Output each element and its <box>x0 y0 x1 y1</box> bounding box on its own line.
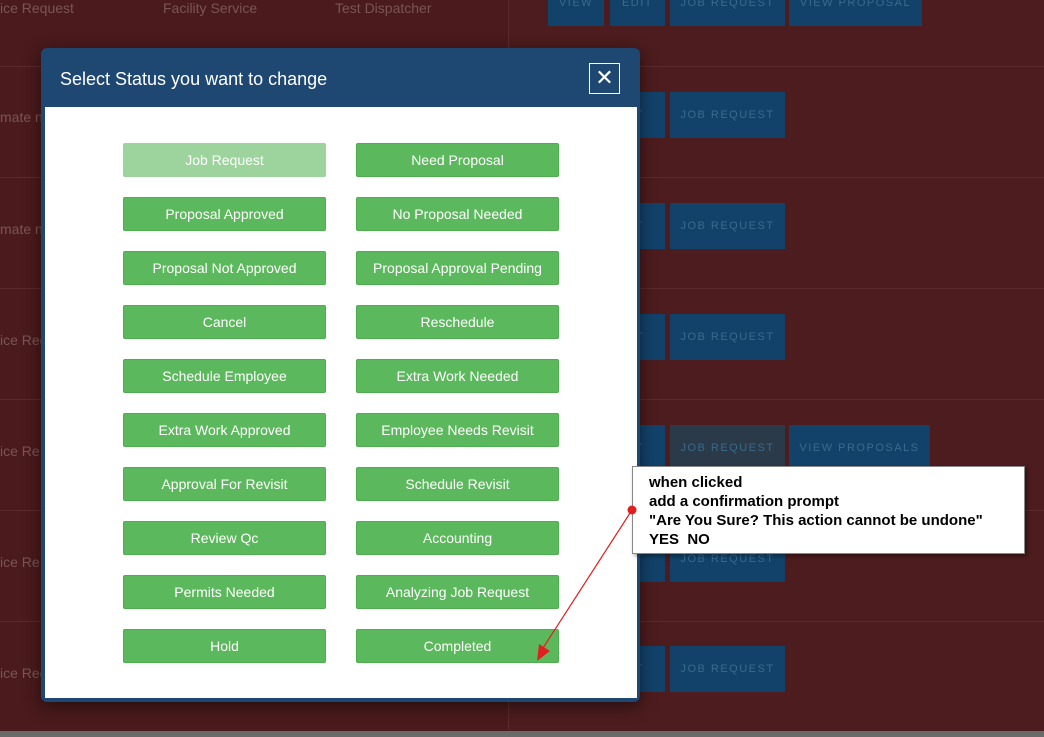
modal-body: Job Request Need Proposal Proposal Appro… <box>45 107 637 698</box>
job-request-button[interactable]: JOB REQUEST <box>670 646 785 692</box>
annotation-line: "Are You Sure? This action cannot be und… <box>649 512 983 529</box>
status-button-review-qc[interactable]: Review Qc <box>123 521 326 555</box>
status-button-permits-needed[interactable]: Permits Needed <box>123 575 326 609</box>
table-cell-type: Facility Service <box>163 0 258 16</box>
status-button-schedule-revisit[interactable]: Schedule Revisit <box>356 467 559 501</box>
job-request-button[interactable]: JOB REQUEST <box>670 314 785 360</box>
status-button-no-proposal-needed[interactable]: No Proposal Needed <box>356 197 559 231</box>
status-button-approval-for-revisit[interactable]: Approval For Revisit <box>123 467 326 501</box>
job-request-button[interactable]: JOB REQUEST <box>670 92 785 138</box>
status-button-job-request: Job Request <box>123 143 326 177</box>
annotation-note: when clicked add a confirmation prompt "… <box>632 466 1025 554</box>
footer-bar <box>0 731 1044 737</box>
view-proposal-button[interactable]: VIEW PROPOSAL <box>789 0 922 26</box>
status-button-accounting[interactable]: Accounting <box>356 521 559 555</box>
status-button-cancel[interactable]: Cancel <box>123 305 326 339</box>
status-button-schedule-employee[interactable]: Schedule Employee <box>123 359 326 393</box>
status-modal: Select Status you want to change ✕ Job R… <box>41 48 640 702</box>
view-proposals-button[interactable]: VIEW PROPOSALS <box>789 425 930 471</box>
status-button-reschedule[interactable]: Reschedule <box>356 305 559 339</box>
table-cell-service: ice Request <box>0 0 74 16</box>
status-button-employee-needs-revisit[interactable]: Employee Needs Revisit <box>356 413 559 447</box>
view-button[interactable]: VIEW <box>548 0 604 26</box>
job-request-button[interactable]: JOB REQUEST <box>670 203 785 249</box>
modal-title: Select Status you want to change <box>60 69 328 89</box>
status-button-extra-work-approved[interactable]: Extra Work Approved <box>123 413 326 447</box>
close-icon[interactable]: ✕ <box>589 63 620 94</box>
status-button-need-proposal[interactable]: Need Proposal <box>356 143 559 177</box>
job-request-button[interactable]: JOB REQUEST <box>670 425 785 471</box>
status-button-hold[interactable]: Hold <box>123 629 326 663</box>
status-button-completed[interactable]: Completed <box>356 629 559 663</box>
annotation-line: add a confirmation prompt <box>649 493 840 510</box>
table-cell-service: mate n <box>0 109 43 125</box>
table-cell-service: mate n <box>0 221 43 237</box>
status-button-analyzing-job-request[interactable]: Analyzing Job Request <box>356 575 559 609</box>
table-cell-dispatcher: Test Dispatcher <box>335 0 432 16</box>
status-button-proposal-approval-pending[interactable]: Proposal Approval Pending <box>356 251 559 285</box>
job-request-button[interactable]: JOB REQUEST <box>670 0 785 26</box>
status-button-proposal-not-approved[interactable]: Proposal Not Approved <box>123 251 326 285</box>
status-button-proposal-approved[interactable]: Proposal Approved <box>123 197 326 231</box>
edit-button[interactable]: EDIT <box>610 0 665 26</box>
table-cell-service: ice Re <box>0 554 40 570</box>
annotation-line: when clicked <box>649 474 743 491</box>
table-cell-service: ice Re <box>0 443 40 459</box>
status-button-extra-work-needed[interactable]: Extra Work Needed <box>356 359 559 393</box>
annotation-line: YES NO <box>649 531 710 548</box>
